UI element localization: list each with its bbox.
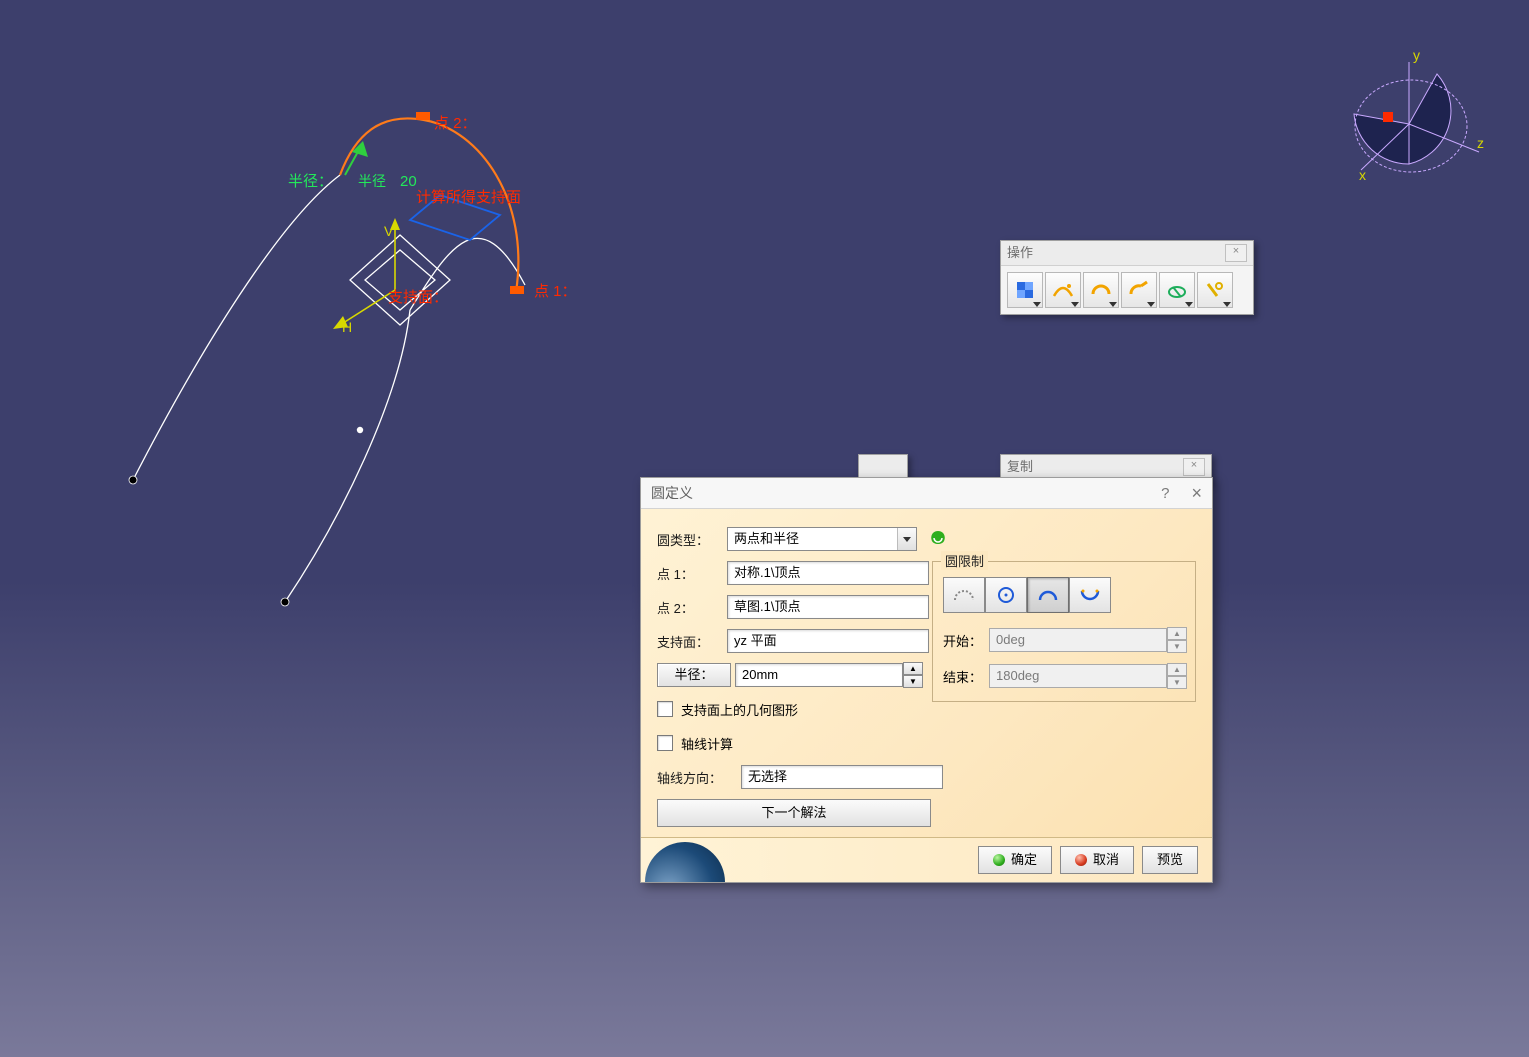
cancel-button[interactable]: 取消 [1060,846,1134,874]
circle-limit-legend: 圆限制 [941,551,988,570]
label-axis-dir: 轴线方向： [657,768,741,787]
scene-label-point2: 点 2： [434,115,477,132]
radius-mode-button[interactable]: 半径： [657,663,731,687]
tool-join-icon[interactable] [1007,272,1043,308]
ok-icon [993,854,1005,866]
field-radius[interactable]: 20mm [735,663,903,687]
label-point2: 点 2： [657,598,727,617]
label-point1: 点 1： [657,564,727,583]
field-point2[interactable]: 草图.1\顶点 [727,595,929,619]
compass-x: x [1359,167,1366,183]
scene-axis-v: V [384,223,394,239]
scene-label-radius: 半径： [288,173,333,190]
label-support: 支持面： [657,632,727,651]
field-support[interactable]: yz 平面 [727,629,929,653]
tool-disassemble-icon[interactable] [1121,272,1157,308]
toolbox-copy-title-text: 复制 [1007,455,1033,479]
cancel-icon [1075,854,1087,866]
next-solution-button[interactable]: 下一个解法 [657,799,931,827]
scene-label-support-calc: 计算所得支持面 [416,188,521,206]
end-spin-down: ▼ [1167,676,1187,689]
label-circle-type: 圆类型： [657,530,727,549]
toolbox-copy-close[interactable]: × [1183,458,1205,476]
radius-spin-down[interactable]: ▼ [903,675,923,688]
tool-heal-icon[interactable] [1045,272,1081,308]
field-start-angle: 0deg [989,628,1167,652]
circle-definition-dialog[interactable]: 圆定义 ? × 圆类型： 两点和半径 点 1： 对称.1\顶点 [640,477,1213,883]
combo-circle-type-arrow[interactable] [897,528,916,550]
circle-limit-group: 圆限制 开始： 0deg ▲▼ 结束： 180deg ▲▼ [932,561,1196,702]
start-spin-up: ▲ [1167,627,1187,640]
combo-circle-type-value: 两点和半径 [728,528,897,550]
ok-button-label: 确定 [1011,848,1037,872]
label-end-angle: 结束： [943,667,989,686]
label-axis-compute: 轴线计算 [681,734,733,753]
preview-button-label: 预览 [1157,848,1183,872]
dialog-footer-decoration [645,842,725,882]
cancel-button-label: 取消 [1093,848,1119,872]
dialog-close-button[interactable]: × [1191,483,1202,504]
checkbox-axis-compute[interactable] [657,735,673,751]
dialog-title-text: 圆定义 [651,483,693,503]
limit-mode-trimmed-arc[interactable] [1027,577,1069,613]
toolbox-operations-title-text: 操作 [1007,241,1033,265]
scene-label-radius-hint: 半径 [358,173,386,189]
toolbox-operations-close[interactable]: × [1225,244,1247,262]
compass-y: y [1413,47,1420,63]
field-axis-dir[interactable]: 无选择 [741,765,943,789]
field-end-angle: 180deg [989,664,1167,688]
tool-split-icon[interactable] [1159,272,1195,308]
label-geom-on-support: 支持面上的几何图形 [681,700,798,719]
label-start-angle: 开始： [943,631,989,650]
tool-untrim-icon[interactable] [1083,272,1119,308]
field-point1[interactable]: 对称.1\顶点 [727,561,929,585]
preview-button[interactable]: 预览 [1142,846,1198,874]
scene-label-radius-value: 20 [400,173,417,190]
toolbox-operations-title[interactable]: 操作 × [1001,241,1253,266]
combo-circle-type[interactable]: 两点和半径 [727,527,917,551]
scene-label-point1: 点 1： [534,283,577,300]
toolbox-operations[interactable]: 操作 × [1000,240,1254,315]
start-spin-down: ▼ [1167,640,1187,653]
ok-button[interactable]: 确定 [978,846,1052,874]
end-spin-up: ▲ [1167,663,1187,676]
checkbox-geom-on-support[interactable] [657,701,673,717]
lock-swirl-icon[interactable] [927,528,949,550]
dialog-help-button[interactable]: ? [1161,485,1169,502]
tool-trim-icon[interactable] [1197,272,1233,308]
limit-mode-whole-circle[interactable] [985,577,1027,613]
scene-axis-h: H [342,319,352,335]
radius-spin-up[interactable]: ▲ [903,662,923,675]
compass-z: z [1477,135,1484,151]
dialog-titlebar[interactable]: 圆定义 ? × [641,478,1212,509]
scene-label-support-face: 支持面： [388,289,448,306]
limit-mode-part-arc[interactable] [943,577,985,613]
viewport-3d[interactable]: 点 1： 点 2： 计算所得支持面 支持面： 半径： 半径 20 H V y z… [0,0,1529,1057]
view-compass[interactable]: y z x [1329,44,1489,204]
limit-mode-complementary-arc[interactable] [1069,577,1111,613]
